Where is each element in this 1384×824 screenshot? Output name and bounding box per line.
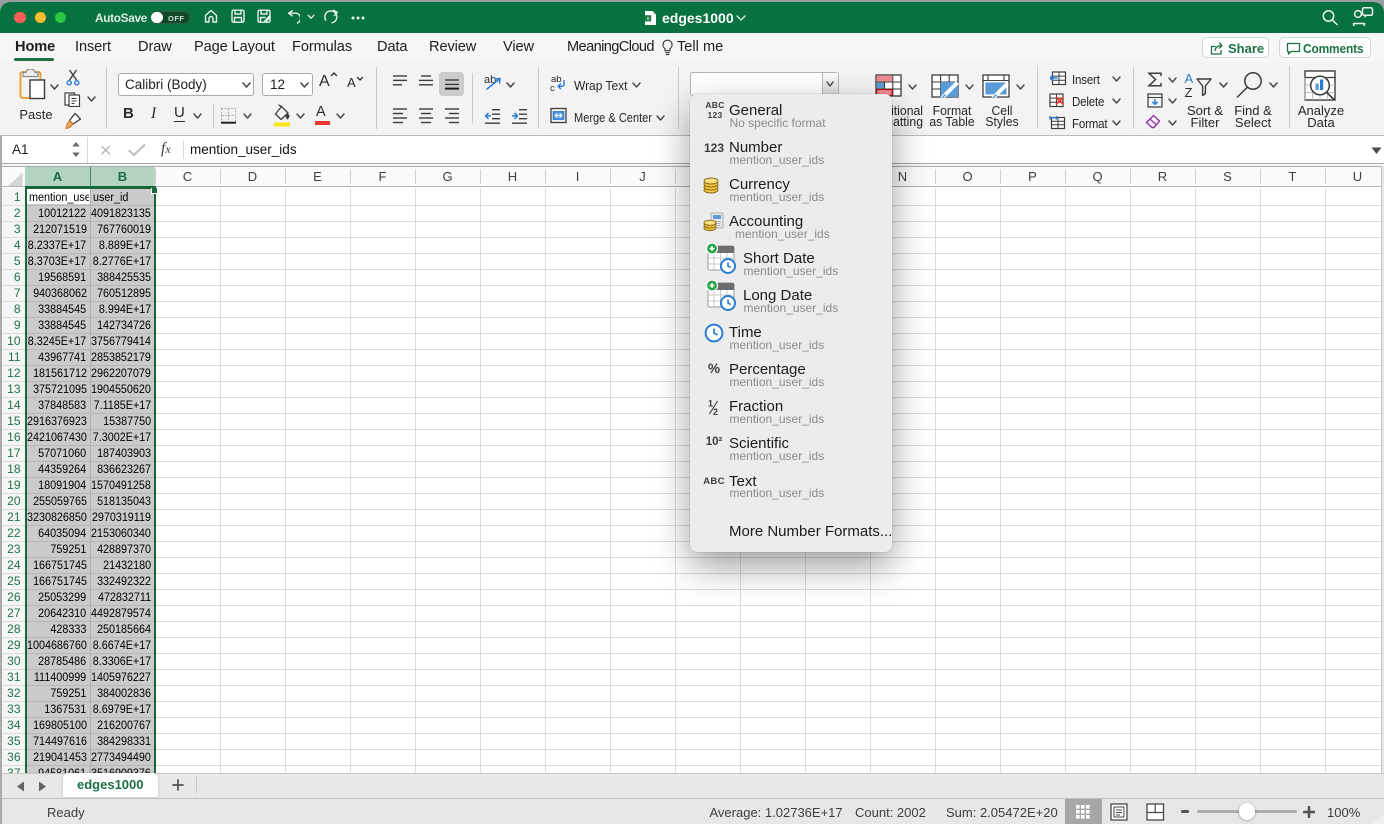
svg-text:x: x — [647, 16, 650, 22]
svg-text:Z: Z — [1185, 85, 1193, 100]
svg-text:A: A — [319, 73, 330, 89]
svg-text:A: A — [1185, 71, 1194, 86]
svg-text:2: 2 — [713, 407, 718, 416]
svg-text:ab: ab — [484, 74, 496, 86]
svg-text:c: c — [550, 83, 555, 92]
svg-text:A: A — [347, 75, 356, 90]
